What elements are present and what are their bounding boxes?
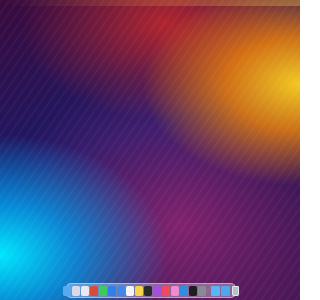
photos-icon[interactable]: [171, 285, 179, 296]
app-store-icon[interactable]: [108, 285, 116, 296]
vscode-icon[interactable]: [180, 285, 188, 296]
chrome-icon[interactable]: [90, 285, 98, 296]
podcasts-icon[interactable]: [153, 285, 161, 296]
notes-icon[interactable]: [135, 285, 143, 296]
finder-icon[interactable]: [63, 285, 71, 296]
safari-icon[interactable]: [81, 285, 89, 296]
menu-bar-area: [0, 0, 300, 6]
terminal-icon[interactable]: [189, 285, 197, 296]
messages-icon[interactable]: [99, 285, 107, 296]
music-icon[interactable]: [162, 285, 170, 296]
launchpad-icon[interactable]: [72, 285, 80, 296]
downloads-folder-icon[interactable]: [210, 285, 220, 296]
trash-icon[interactable]: [231, 285, 239, 296]
system-settings-icon[interactable]: [198, 285, 206, 296]
documents-folder-icon[interactable]: [221, 285, 231, 296]
desktop: [0, 0, 300, 300]
xcode-icon[interactable]: [117, 285, 125, 296]
clapper-icon[interactable]: [144, 285, 152, 296]
dock: [63, 283, 239, 298]
wallpaper-texture: [0, 0, 300, 300]
calendar-icon[interactable]: [126, 285, 134, 296]
